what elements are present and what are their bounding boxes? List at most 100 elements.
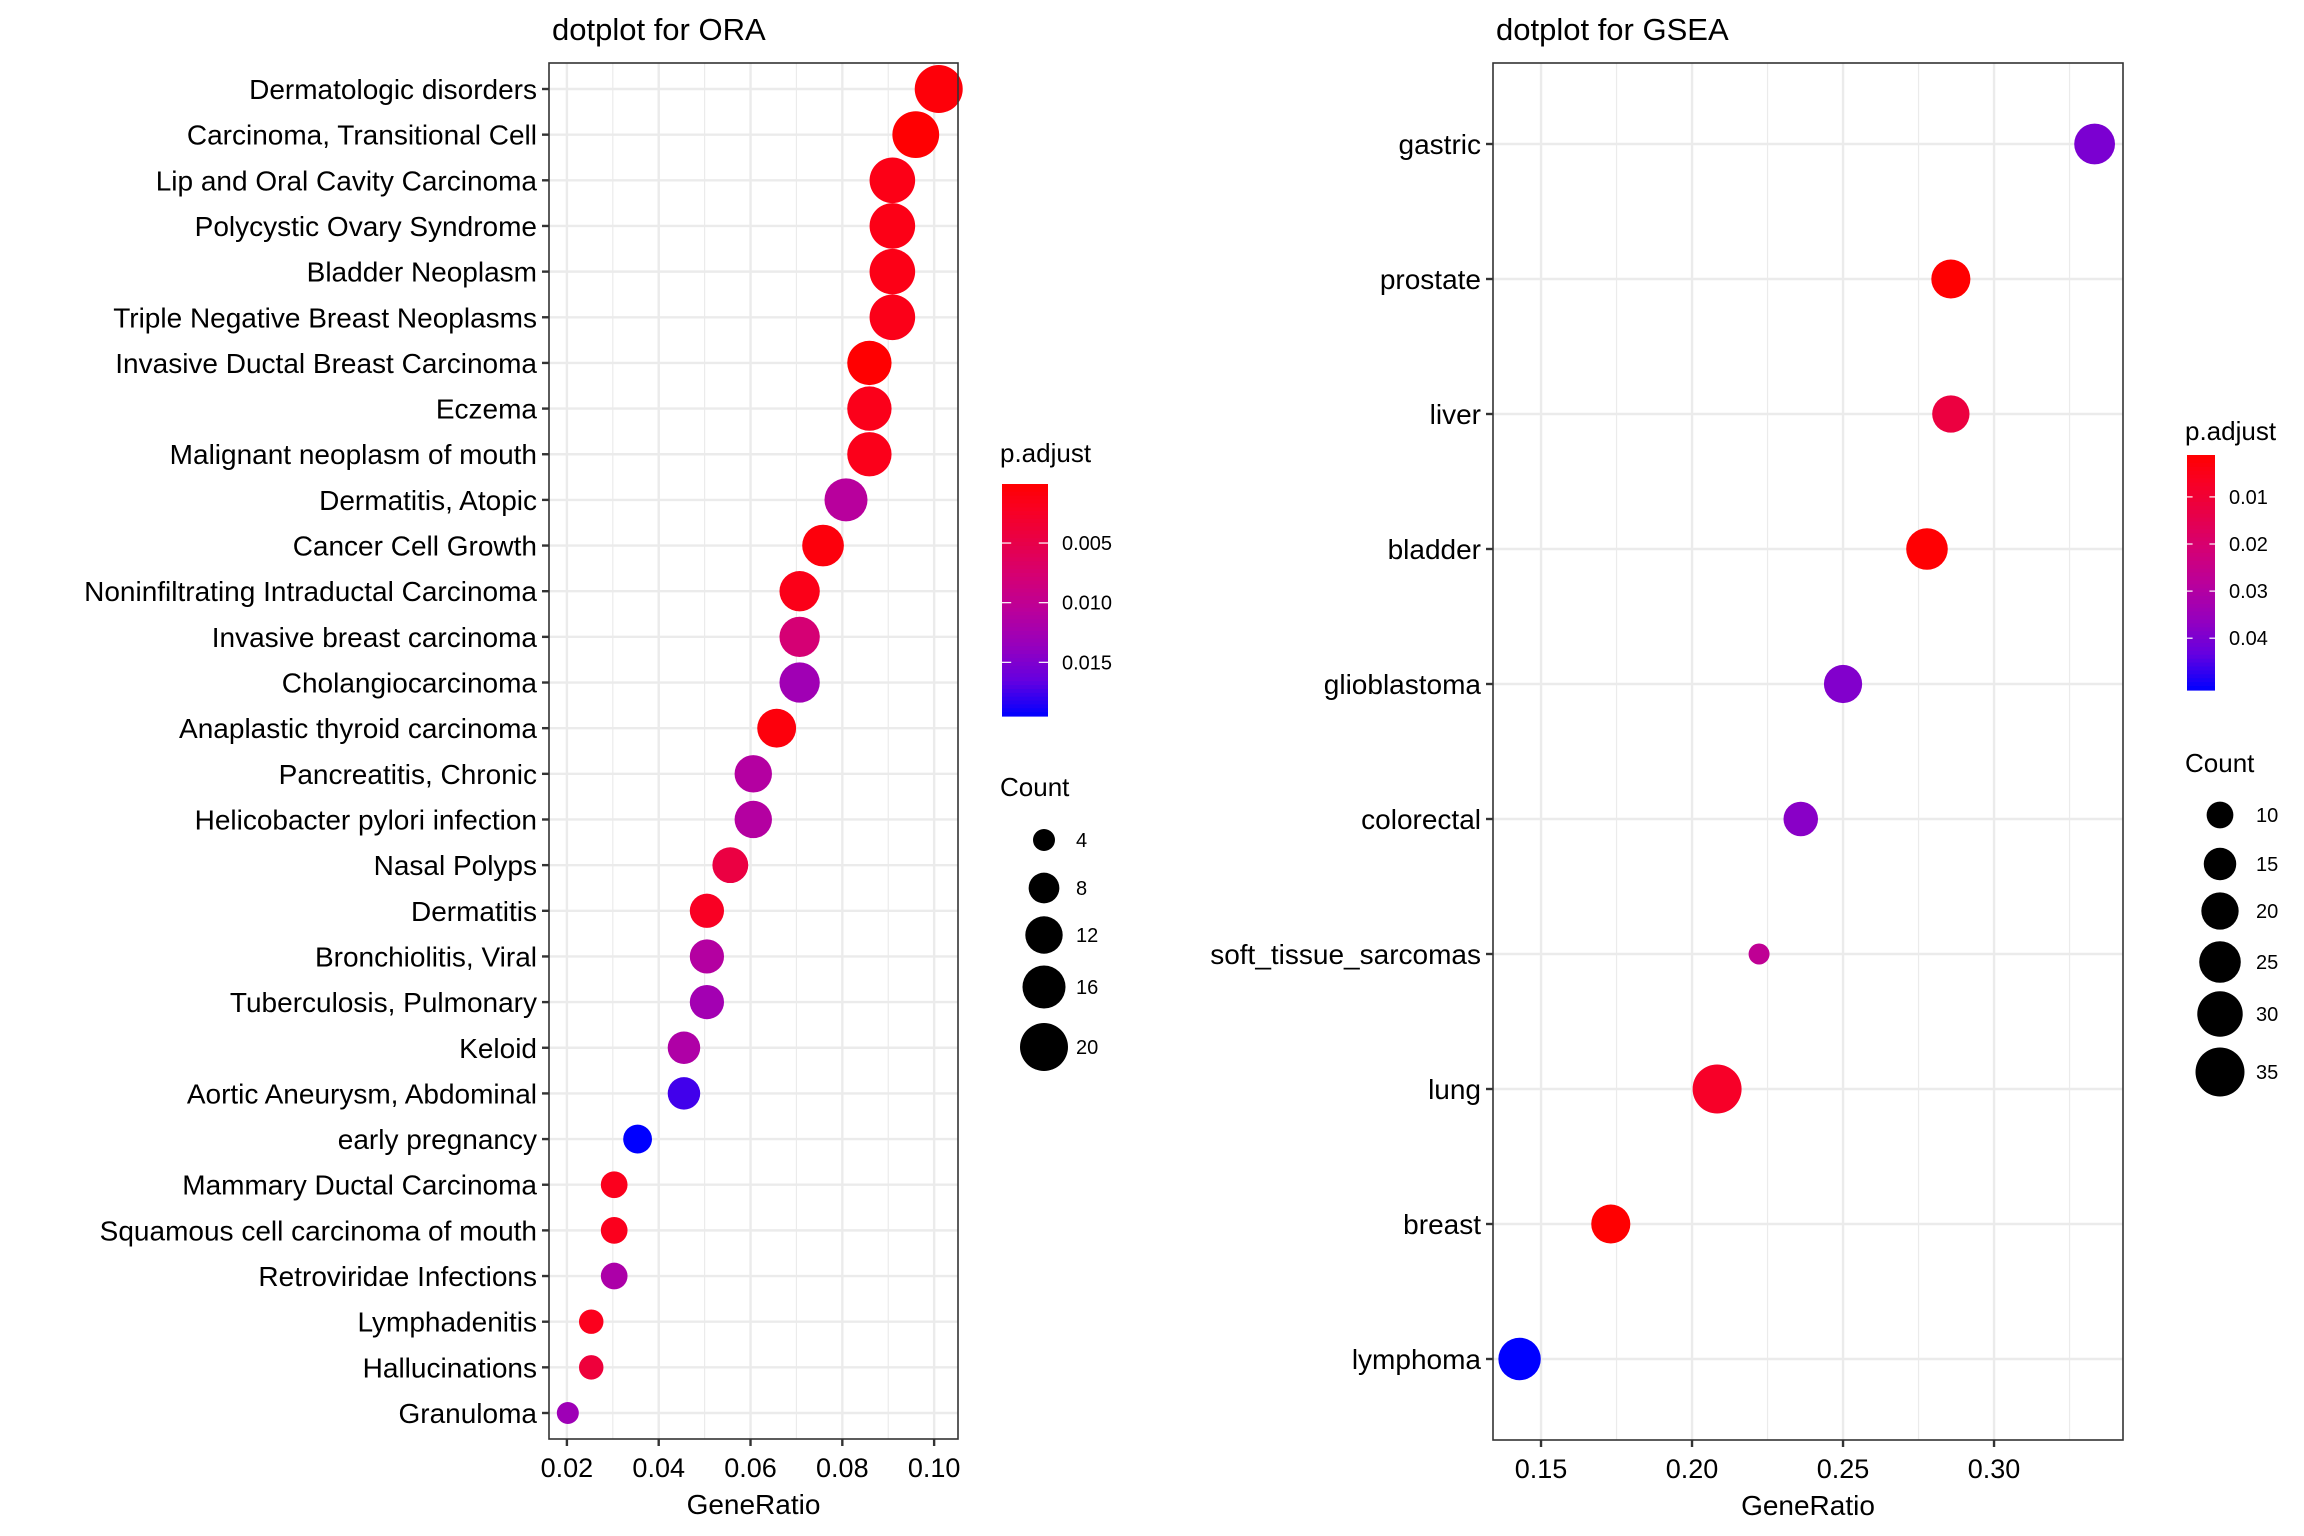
ora-dot bbox=[600, 1262, 628, 1290]
ora-colorbar-segment bbox=[1002, 530, 1048, 535]
ora-colorbar-segment bbox=[1002, 611, 1048, 617]
gsea-colorbar-segment bbox=[2187, 560, 2215, 566]
gsea-x-tick-label: 0.25 bbox=[1817, 1454, 1870, 1484]
gsea-colorbar-segment bbox=[2187, 458, 2215, 464]
ora-dot bbox=[578, 1355, 604, 1380]
ora-x-tick-label: 0.08 bbox=[816, 1453, 869, 1483]
gsea-dot bbox=[1932, 395, 1970, 433]
ora-padjust-legend-title: p.adjust bbox=[1000, 438, 1092, 468]
ora-x-tick-label: 0.02 bbox=[541, 1453, 594, 1483]
figure: dotplot for ORA Dermatologic disorders Ca… bbox=[84, 12, 2278, 1521]
gsea-colorbar-segment bbox=[2187, 674, 2215, 679]
ora-colorbar-segment bbox=[1002, 669, 1048, 675]
gsea-colorbar-segment bbox=[2187, 588, 2215, 593]
ora-dot bbox=[869, 157, 916, 204]
gsea-x-tick-label: 0.15 bbox=[1515, 1454, 1568, 1484]
ora-count-key-dot bbox=[1025, 916, 1063, 954]
gsea-count-key-dot bbox=[2195, 1047, 2245, 1097]
gsea-colorbar-segment bbox=[2187, 517, 2215, 523]
gsea-legend: p.adjust 0.01 0.02 0.03 0.04 Count 10 15 20 25… bbox=[2185, 416, 2278, 1097]
ora-y-tick-label: Bladder Neoplasm bbox=[307, 257, 537, 288]
gsea-colorbar-tick-label: 0.02 bbox=[2229, 534, 2268, 556]
ora-colorbar-segment bbox=[1002, 503, 1048, 508]
gsea-dots bbox=[1498, 123, 2116, 1381]
gsea-colorbar-segment bbox=[2187, 686, 2215, 691]
ora-colorbar-segment bbox=[1002, 630, 1048, 636]
gsea-colorbar-tick-label: 0.01 bbox=[2229, 487, 2268, 509]
ora-dotplot: dotplot for ORA Dermatologic disorders Ca… bbox=[84, 12, 1112, 1520]
gsea-colorbar-segment bbox=[2187, 646, 2215, 652]
gsea-colorbar-segment bbox=[2187, 552, 2215, 558]
ora-dot bbox=[556, 1402, 579, 1424]
ora-y-tick-label: Keloid bbox=[459, 1033, 537, 1064]
ora-colorbar-segment bbox=[1002, 522, 1048, 528]
ora-dot bbox=[847, 340, 892, 386]
gsea-colorbar-segment bbox=[2187, 627, 2215, 632]
gsea-colorbar-segment bbox=[2187, 533, 2215, 538]
ora-colorbar-segment bbox=[1002, 654, 1048, 659]
gsea-colorbar-segment bbox=[2187, 572, 2215, 578]
ora-colorbar-segment bbox=[1002, 603, 1048, 609]
gsea-x-tick-label: 0.20 bbox=[1666, 1454, 1719, 1484]
ora-colorbar-segment bbox=[1002, 623, 1048, 628]
gsea-colorbar-segment bbox=[2187, 631, 2215, 636]
ora-y-tick-label: Mammary Ductal Carcinoma bbox=[182, 1170, 537, 1201]
ora-y-tick-label: Retroviridae Infections bbox=[258, 1261, 537, 1292]
ora-colorbar-segment bbox=[1002, 642, 1048, 647]
gsea-dot bbox=[1823, 664, 1863, 704]
gsea-panel-border bbox=[1492, 62, 2124, 1441]
ora-y-tick-label: Cancer Cell Growth bbox=[293, 531, 537, 562]
gsea-colorbar-segment bbox=[2187, 666, 2215, 672]
ora-legend: p.adjust 0.005 0.010 0.015 Count 4 8 12 16 20 bbox=[1000, 438, 1112, 1071]
ora-dot bbox=[667, 1077, 701, 1110]
gsea-count-key-label: 15 bbox=[2256, 854, 2278, 876]
gsea-colorbar-segment bbox=[2187, 529, 2215, 534]
gsea-colorbar-segment bbox=[2187, 502, 2215, 507]
ora-colorbar-segment bbox=[1002, 681, 1048, 686]
gsea-dotplot: dotplot for GSEA gastric prostate liver bla… bbox=[1210, 12, 2278, 1521]
gsea-count-key-dot bbox=[2201, 892, 2239, 930]
ora-dot bbox=[869, 294, 916, 341]
gsea-y-tick-label: bladder bbox=[1388, 534, 1481, 565]
gsea-colorbar-segment bbox=[2187, 505, 2215, 511]
gsea-y-tick-label: glioblastoma bbox=[1324, 669, 1482, 700]
gsea-colorbar-segment bbox=[2187, 592, 2215, 597]
ora-y-tick-label: Invasive breast carcinoma bbox=[212, 622, 538, 653]
ora-colorbar-segment bbox=[1002, 673, 1048, 678]
ora-colorbar-segment bbox=[1002, 561, 1048, 566]
gsea-colorbar-segment bbox=[2187, 545, 2215, 550]
ora-dot bbox=[757, 708, 797, 748]
ora-y-tick-label: Anaplastic thyroid carcinoma bbox=[179, 713, 537, 744]
gsea-colorbar-segment bbox=[2187, 466, 2215, 472]
ora-colorbar-segment bbox=[1002, 538, 1048, 543]
ora-dot bbox=[734, 800, 772, 839]
ora-y-tick-label: Squamous cell carcinoma of mouth bbox=[100, 1215, 537, 1246]
gsea-dot bbox=[1692, 1064, 1742, 1114]
gsea-colorbar-segment bbox=[2187, 596, 2215, 601]
gsea-colorbar-segment bbox=[2187, 678, 2215, 683]
ora-count-key-dot bbox=[1020, 1023, 1068, 1071]
ora-colorbar-segment bbox=[1002, 557, 1048, 562]
gsea-colorbar-segment bbox=[2187, 537, 2215, 542]
ora-y-tick-label: Aortic Aneurysm, Abdominal bbox=[187, 1078, 537, 1109]
ora-y-tick-label: Invasive Ductal Breast Carcinoma bbox=[115, 348, 537, 379]
ora-dot bbox=[578, 1309, 604, 1334]
ora-colorbar-segment bbox=[1002, 712, 1048, 717]
gsea-colorbar-segment bbox=[2187, 658, 2215, 664]
gsea-dot bbox=[1906, 528, 1948, 570]
ora-colorbar-segment bbox=[1002, 534, 1048, 539]
ora-count-key-dot bbox=[1033, 829, 1055, 851]
gsea-gridlines bbox=[1493, 63, 2123, 1440]
ora-colorbar-segment bbox=[1002, 607, 1048, 613]
ora-dot bbox=[892, 111, 940, 159]
ora-y-tick-label: Eczema bbox=[436, 394, 538, 425]
ora-colorbar-segment bbox=[1002, 650, 1048, 655]
gsea-colorbar-segment bbox=[2187, 576, 2215, 581]
ora-dot bbox=[712, 847, 749, 884]
ora-count-key-label: 12 bbox=[1076, 925, 1098, 947]
gsea-title: dotplot for GSEA bbox=[1496, 12, 1729, 47]
ora-x-axis: 0.02 0.04 0.06 0.08 0.10 bbox=[541, 1439, 960, 1483]
gsea-x-tick-label: 0.30 bbox=[1968, 1454, 2021, 1484]
ora-count-key-label: 4 bbox=[1076, 830, 1087, 852]
ora-colorbar-tick-label: 0.010 bbox=[1062, 593, 1112, 615]
